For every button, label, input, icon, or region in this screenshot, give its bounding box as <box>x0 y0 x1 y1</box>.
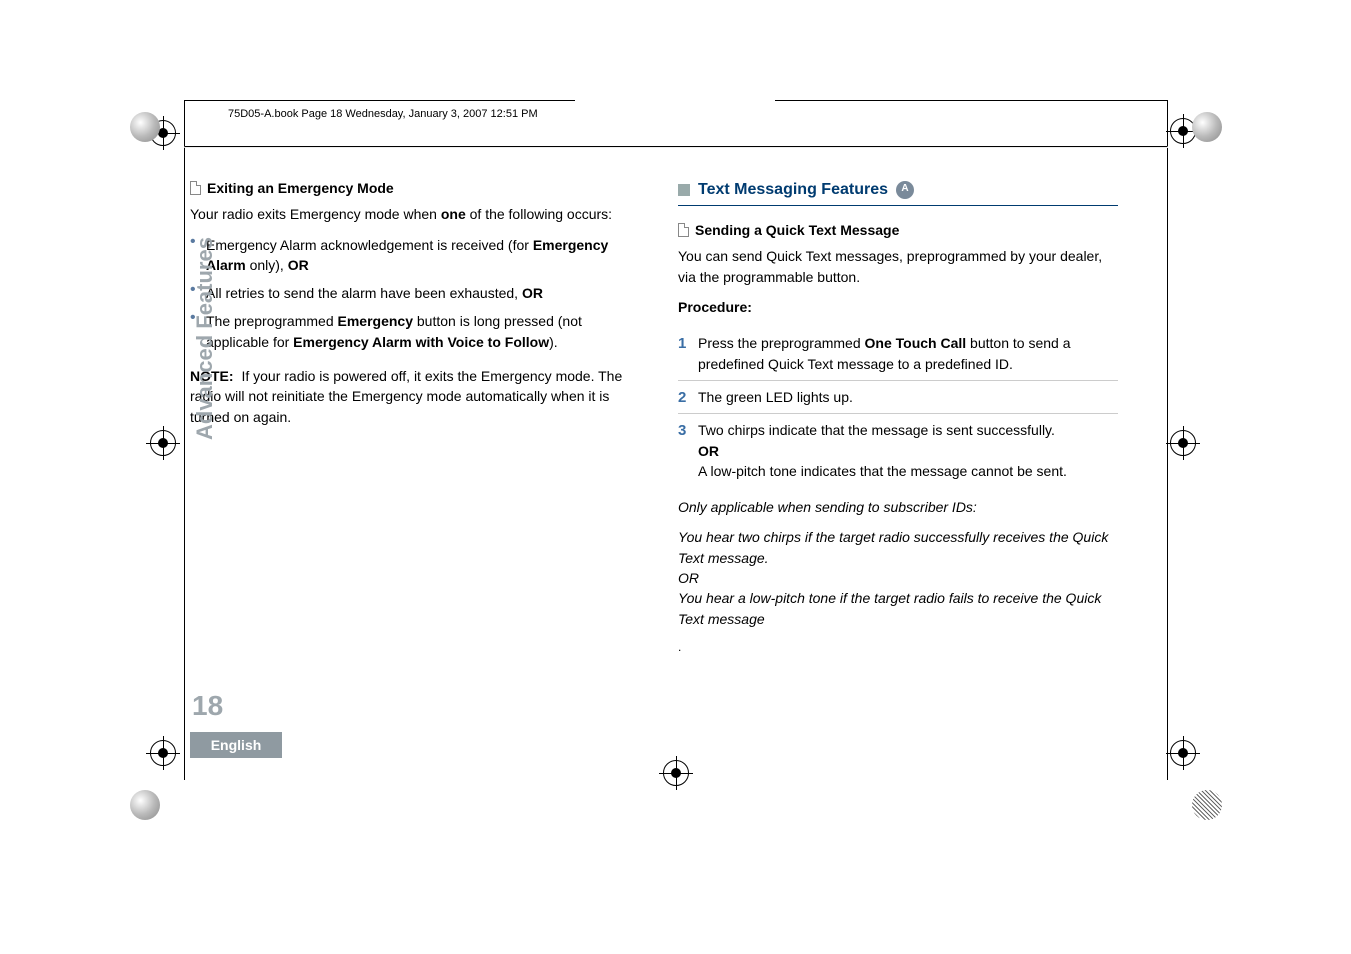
frame-gap <box>575 99 775 102</box>
note-body: If your radio is powered off, it exits t… <box>190 368 622 425</box>
text: Two chirps indicate that the message is … <box>698 422 1055 438</box>
registration-mark-icon <box>663 760 689 786</box>
text: The preprogrammed <box>206 313 338 329</box>
step-2: 2 The green LED lights up. <box>678 381 1118 414</box>
step-number: 3 <box>678 420 686 442</box>
stray-period: . <box>678 639 1118 656</box>
text: ). <box>549 334 558 350</box>
bold-or: OR <box>522 285 543 301</box>
corner-blob-icon <box>130 112 160 142</box>
badge-glyph: A <box>901 182 908 197</box>
intro-paragraph: You can send Quick Text messages, prepro… <box>678 246 1118 287</box>
bullet-list: Emergency Alarm acknowledgement is recei… <box>190 235 630 352</box>
language-tab: English <box>190 732 282 758</box>
registration-mark-icon <box>1170 430 1196 456</box>
page-icon <box>190 181 201 195</box>
bold-one: one <box>441 206 466 222</box>
note-block: NOTE: If your radio is powered off, it e… <box>190 366 630 427</box>
page-number: 18 <box>192 690 223 722</box>
registration-mark-icon <box>1170 740 1196 766</box>
bold-or: OR <box>288 257 309 273</box>
chapter-heading-text-messaging: Text Messaging Features A <box>678 178 1118 201</box>
heading-text: Exiting an Emergency Mode <box>207 178 394 198</box>
heading-text: Sending a Quick Text Message <box>695 220 899 240</box>
list-item: All retries to send the alarm have been … <box>190 283 630 303</box>
corner-blob-icon <box>130 790 160 820</box>
corner-blob-icon <box>1192 112 1222 142</box>
registration-mark-icon <box>150 740 176 766</box>
bold: Emergency Alarm with Voice to Follow <box>293 334 549 350</box>
corner-hatch-icon <box>1192 790 1222 820</box>
page-icon <box>678 223 689 237</box>
text-or: OR <box>678 570 699 586</box>
step-1: 1 Press the preprogrammed One Touch Call… <box>678 327 1118 381</box>
text: Your radio exits Emergency mode when <box>190 206 441 222</box>
text: All retries to send the alarm have been … <box>206 285 522 301</box>
square-bullet-icon <box>678 184 690 196</box>
text: Press the preprogrammed <box>698 335 865 351</box>
text: Emergency Alarm acknowledgement is recei… <box>206 237 533 253</box>
list-item: Emergency Alarm acknowledgement is recei… <box>190 235 630 276</box>
page-content: 75D05-A.book Page 18 Wednesday, January … <box>190 108 1160 788</box>
procedure-steps: 1 Press the preprogrammed One Touch Call… <box>678 327 1118 487</box>
bold: Emergency <box>338 313 413 329</box>
step-3: 3 Two chirps indicate that the message i… <box>678 414 1118 487</box>
heading-text: Text Messaging Features <box>698 178 888 201</box>
text: You hear a low-pitch tone if the target … <box>678 590 1101 626</box>
list-item: The preprogrammed Emergency button is lo… <box>190 311 630 352</box>
section-heading-exiting-emergency: Exiting an Emergency Mode <box>190 178 630 198</box>
section-heading-sending-quick-text: Sending a Quick Text Message <box>678 220 1118 240</box>
running-header: 75D05-A.book Page 18 Wednesday, January … <box>228 108 1160 120</box>
procedure-label: Procedure: <box>678 297 1118 317</box>
text: A low-pitch tone indicates that the mess… <box>698 463 1067 479</box>
bold-or: OR <box>698 443 719 459</box>
intro-paragraph: Your radio exits Emergency mode when one… <box>190 204 630 224</box>
text: You hear two chirps if the target radio … <box>678 529 1108 565</box>
registration-mark-icon <box>150 430 176 456</box>
italic-note-body: You hear two chirps if the target radio … <box>678 527 1118 628</box>
feature-badge-icon: A <box>896 181 914 199</box>
text: The green LED lights up. <box>698 389 853 405</box>
side-tab-label: Advanced Features <box>192 237 218 440</box>
text: of the following occurs: <box>466 206 612 222</box>
step-number: 2 <box>678 387 686 409</box>
italic-note-heading: Only applicable when sending to subscrib… <box>678 497 1118 517</box>
heading-rule <box>678 205 1118 206</box>
text: only), <box>246 257 288 273</box>
right-column: Text Messaging Features A Sending a Quic… <box>678 178 1118 656</box>
left-column: Exiting an Emergency Mode Your radio exi… <box>190 178 630 656</box>
bold: One Touch Call <box>865 335 967 351</box>
two-column-layout: Exiting an Emergency Mode Your radio exi… <box>190 178 1160 656</box>
step-number: 1 <box>678 333 686 355</box>
